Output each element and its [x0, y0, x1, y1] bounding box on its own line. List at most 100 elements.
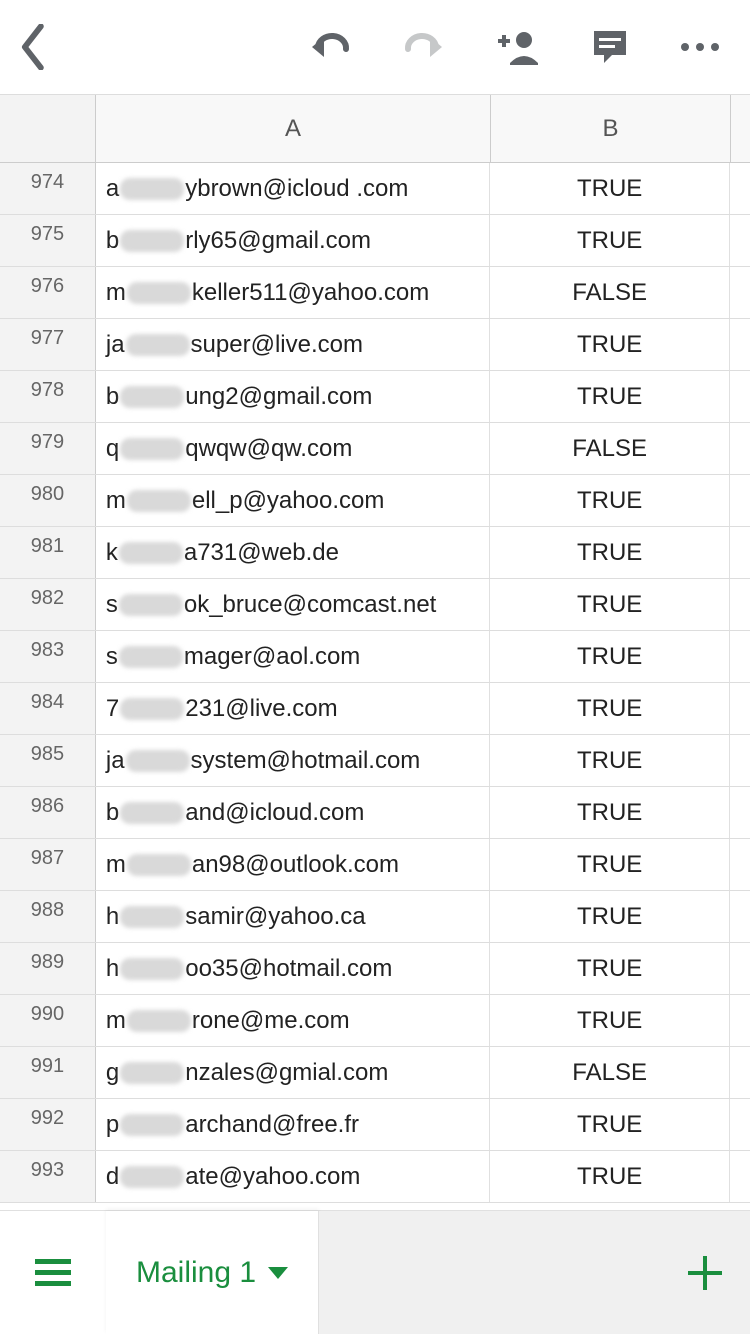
- add-sheet-button[interactable]: [660, 1211, 750, 1334]
- cell-edge[interactable]: [730, 371, 750, 422]
- cell-email[interactable]: jasystem@hotmail.com: [96, 735, 490, 786]
- spreadsheet-grid[interactable]: A B 974aybrown@icloud .comTRUE975brly65@…: [0, 95, 750, 1210]
- cell-email[interactable]: smager@aol.com: [96, 631, 490, 682]
- cell-edge[interactable]: [730, 943, 750, 994]
- cell-edge[interactable]: [730, 215, 750, 266]
- cell-edge[interactable]: [730, 631, 750, 682]
- cell-flag[interactable]: TRUE: [490, 475, 730, 526]
- cell-flag[interactable]: TRUE: [490, 995, 730, 1046]
- cell-flag[interactable]: TRUE: [490, 579, 730, 630]
- sheet-tab-active[interactable]: Mailing 1: [106, 1211, 319, 1334]
- add-person-button[interactable]: [496, 29, 540, 65]
- cell-email[interactable]: mkeller511@yahoo.com: [96, 267, 490, 318]
- row-header[interactable]: 984: [0, 683, 96, 734]
- cell-edge[interactable]: [730, 1151, 750, 1202]
- cell-flag[interactable]: TRUE: [490, 891, 730, 942]
- cell-flag[interactable]: FALSE: [490, 1047, 730, 1098]
- back-button[interactable]: [20, 24, 48, 70]
- cell-flag[interactable]: TRUE: [490, 163, 730, 214]
- row-header[interactable]: 974: [0, 163, 96, 214]
- cell-email[interactable]: hsamir@yahoo.ca: [96, 891, 490, 942]
- table-row: 988hsamir@yahoo.caTRUE: [0, 891, 750, 943]
- email-prefix: q: [106, 435, 119, 463]
- column-header-c[interactable]: [731, 95, 750, 162]
- row-header[interactable]: 992: [0, 1099, 96, 1150]
- column-header-b[interactable]: B: [491, 95, 731, 162]
- cell-edge[interactable]: [730, 787, 750, 838]
- email-suffix: ybrown@icloud .com: [185, 175, 408, 203]
- row-header[interactable]: 977: [0, 319, 96, 370]
- row-header[interactable]: 985: [0, 735, 96, 786]
- cell-flag[interactable]: FALSE: [490, 423, 730, 474]
- cell-flag[interactable]: TRUE: [490, 1099, 730, 1150]
- cell-flag[interactable]: TRUE: [490, 319, 730, 370]
- cell-email[interactable]: 7231@live.com: [96, 683, 490, 734]
- row-header[interactable]: 981: [0, 527, 96, 578]
- sheets-menu-button[interactable]: [0, 1211, 106, 1334]
- cell-flag[interactable]: TRUE: [490, 215, 730, 266]
- cell-edge[interactable]: [730, 1047, 750, 1098]
- cell-edge[interactable]: [730, 579, 750, 630]
- cell-email[interactable]: mell_p@yahoo.com: [96, 475, 490, 526]
- cell-edge[interactable]: [730, 839, 750, 890]
- cell-flag[interactable]: TRUE: [490, 735, 730, 786]
- table-row: 981ka731@web.deTRUE: [0, 527, 750, 579]
- corner-cell[interactable]: [0, 95, 96, 162]
- comment-button[interactable]: [590, 27, 630, 67]
- cell-flag[interactable]: TRUE: [490, 631, 730, 682]
- cell-edge[interactable]: [730, 475, 750, 526]
- column-header-a[interactable]: A: [96, 95, 491, 162]
- row-header[interactable]: 980: [0, 475, 96, 526]
- redaction-smudge: [127, 854, 191, 876]
- cell-email[interactable]: bung2@gmail.com: [96, 371, 490, 422]
- row-header[interactable]: 988: [0, 891, 96, 942]
- cell-email[interactable]: hoo35@hotmail.com: [96, 943, 490, 994]
- row-header[interactable]: 989: [0, 943, 96, 994]
- cell-edge[interactable]: [730, 319, 750, 370]
- cell-email[interactable]: sok_bruce@comcast.net: [96, 579, 490, 630]
- row-header[interactable]: 987: [0, 839, 96, 890]
- undo-button[interactable]: [308, 31, 352, 63]
- cell-flag[interactable]: TRUE: [490, 839, 730, 890]
- cell-email[interactable]: aybrown@icloud .com: [96, 163, 490, 214]
- cell-email[interactable]: ka731@web.de: [96, 527, 490, 578]
- cell-email[interactable]: mrone@me.com: [96, 995, 490, 1046]
- cell-edge[interactable]: [730, 735, 750, 786]
- cell-email[interactable]: date@yahoo.com: [96, 1151, 490, 1202]
- cell-flag[interactable]: TRUE: [490, 943, 730, 994]
- cell-edge[interactable]: [730, 423, 750, 474]
- cell-flag[interactable]: TRUE: [490, 1151, 730, 1202]
- cell-email[interactable]: parchand@free.fr: [96, 1099, 490, 1150]
- row-header[interactable]: 990: [0, 995, 96, 1046]
- more-button[interactable]: [680, 42, 720, 52]
- row-header[interactable]: 976: [0, 267, 96, 318]
- cell-edge[interactable]: [730, 891, 750, 942]
- cell-email[interactable]: band@icloud.com: [96, 787, 490, 838]
- cell-edge[interactable]: [730, 527, 750, 578]
- row-header[interactable]: 991: [0, 1047, 96, 1098]
- cell-flag[interactable]: TRUE: [490, 527, 730, 578]
- cell-edge[interactable]: [730, 1099, 750, 1150]
- cell-flag[interactable]: TRUE: [490, 371, 730, 422]
- cell-edge[interactable]: [730, 683, 750, 734]
- sheet-tabs-area[interactable]: [319, 1211, 660, 1334]
- row-header[interactable]: 979: [0, 423, 96, 474]
- cell-email[interactable]: man98@outlook.com: [96, 839, 490, 890]
- cell-email[interactable]: qqwqw@qw.com: [96, 423, 490, 474]
- cell-flag[interactable]: TRUE: [490, 683, 730, 734]
- cell-edge[interactable]: [730, 163, 750, 214]
- row-header[interactable]: 978: [0, 371, 96, 422]
- redo-button[interactable]: [402, 31, 446, 63]
- cell-email[interactable]: jasuper@live.com: [96, 319, 490, 370]
- row-header[interactable]: 975: [0, 215, 96, 266]
- row-header[interactable]: 993: [0, 1151, 96, 1202]
- cell-email[interactable]: gnzales@gmial.com: [96, 1047, 490, 1098]
- cell-flag[interactable]: TRUE: [490, 787, 730, 838]
- cell-email[interactable]: brly65@gmail.com: [96, 215, 490, 266]
- row-header[interactable]: 986: [0, 787, 96, 838]
- cell-edge[interactable]: [730, 267, 750, 318]
- row-header[interactable]: 982: [0, 579, 96, 630]
- cell-flag[interactable]: FALSE: [490, 267, 730, 318]
- cell-edge[interactable]: [730, 995, 750, 1046]
- row-header[interactable]: 983: [0, 631, 96, 682]
